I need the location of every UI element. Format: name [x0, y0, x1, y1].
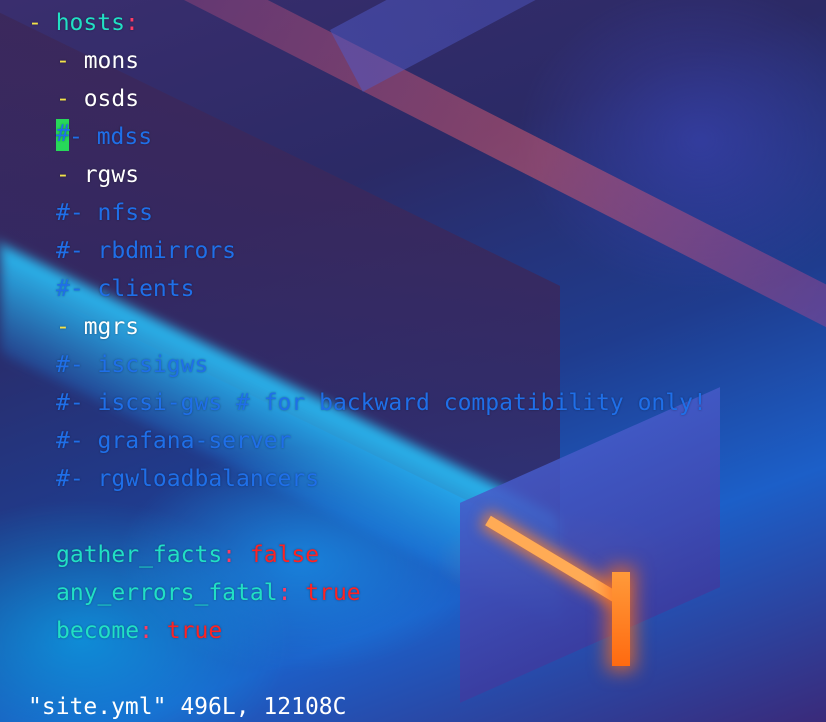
- comment-line-iscsi-gws: #- iscsi-gws # for backward compatibilit…: [56, 390, 707, 416]
- comment-text: - mdss: [69, 124, 153, 150]
- setting-value: false: [236, 542, 320, 568]
- status-line: "site.yml" 496L, 12108C: [28, 694, 347, 720]
- setting-key: gather_facts: [56, 542, 223, 568]
- host-item-osds: - osds: [56, 84, 139, 114]
- setting-gather-facts: gather_facts: false: [56, 540, 319, 570]
- setting-value: true: [291, 580, 361, 606]
- comment-line-mdss: #- mdss: [56, 118, 153, 152]
- key-colon: :: [277, 580, 292, 606]
- key-colon: :: [222, 542, 237, 568]
- list-dash: -: [56, 86, 84, 112]
- comment-line-grafana-server: #- grafana-server: [56, 428, 292, 454]
- host-name: osds: [83, 86, 140, 112]
- comment-line-rbdmirrors: #- rbdmirrors: [56, 238, 237, 264]
- hosts-line: - hosts:: [28, 8, 139, 38]
- setting-value: true: [152, 618, 223, 644]
- list-dash: -: [28, 10, 56, 36]
- host-item-rgws: - rgws: [56, 160, 139, 190]
- list-dash: -: [56, 48, 84, 74]
- host-name: mgrs: [83, 314, 140, 340]
- comment-line-rgwloadbalancers: #- rgwloadbalancers: [56, 466, 320, 492]
- comment-line-nfss: #- nfss: [56, 200, 153, 226]
- setting-become: become: true: [56, 616, 222, 646]
- setting-key: become: [56, 618, 140, 644]
- comment-line-iscsigws: #- iscsigws: [56, 352, 209, 378]
- list-dash: -: [56, 314, 84, 340]
- host-item-mgrs: - mgrs: [56, 312, 139, 342]
- list-dash: -: [56, 162, 84, 188]
- setting-any-errors-fatal: any_errors_fatal: true: [56, 578, 361, 608]
- setting-key: any_errors_fatal: [56, 580, 278, 606]
- key-colon: :: [124, 10, 139, 36]
- host-item-mons: - mons: [56, 46, 139, 76]
- text-cursor: #: [56, 118, 70, 151]
- hosts-key: hosts: [55, 10, 125, 36]
- comment-line-clients: #- clients: [56, 276, 195, 302]
- vim-editor[interactable]: - hosts: - mons - osds #- mdss - rgws #-…: [0, 0, 826, 722]
- host-name: rgws: [83, 162, 140, 188]
- key-colon: :: [139, 618, 153, 644]
- host-name: mons: [83, 48, 140, 74]
